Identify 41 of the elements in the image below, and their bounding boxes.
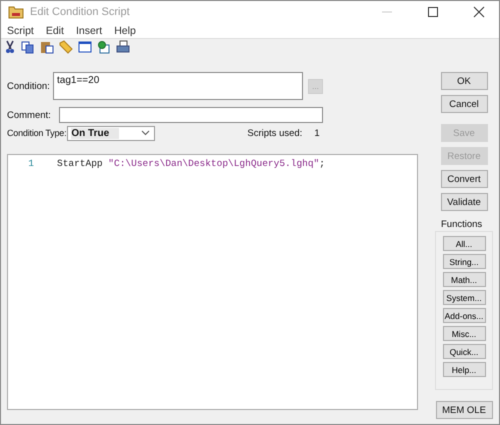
scripts-used-count: 1	[314, 128, 320, 138]
dialog-button[interactable]: Validate	[440, 193, 488, 211]
dialog-button[interactable]: OK	[440, 72, 488, 90]
code-line: StartApp "C:\Users\Dan\Desktop\LghQuery5.lghq";	[57, 158, 325, 169]
folder-icon	[8, 5, 24, 20]
scissors-icon[interactable]	[4, 40, 16, 54]
function-button[interactable]: All...	[442, 236, 486, 251]
close-icon[interactable]	[473, 6, 485, 18]
condition-label: Condition:	[7, 80, 51, 92]
function-button[interactable]: Quick...	[442, 344, 486, 359]
comment-label: Comment:	[7, 110, 52, 120]
comment-field[interactable]	[59, 107, 323, 123]
function-button[interactable]: Math...	[442, 272, 486, 287]
window-title: Edit Condition Script	[30, 6, 130, 18]
tag-icon[interactable]	[59, 40, 73, 54]
maximize-icon[interactable]	[427, 6, 439, 18]
copy-icon[interactable]	[21, 40, 35, 54]
condition-type-label: Condition Type:	[7, 128, 66, 138]
print-icon[interactable]	[116, 40, 130, 54]
functions-label: Functions	[441, 219, 482, 230]
new-item-icon[interactable]	[97, 40, 111, 54]
scripts-used-label: Scripts used:	[247, 128, 302, 138]
chevron-icon	[141, 130, 150, 136]
menu-item[interactable]: Insert	[76, 24, 102, 37]
dialog-button[interactable]: Cancel	[440, 95, 488, 113]
dialog-button[interactable]: Convert	[440, 170, 488, 188]
condition-field[interactable]: tag1==20	[53, 72, 303, 100]
function-button[interactable]: String...	[442, 254, 486, 269]
window-icon[interactable]	[78, 40, 92, 53]
menu-item[interactable]: Script	[7, 24, 34, 37]
function-button[interactable]: Add-ons...	[442, 308, 486, 323]
menu-item[interactable]: Help	[114, 24, 136, 37]
condition-type-dropdown[interactable]: On True	[67, 126, 156, 140]
line-number: 1	[27, 158, 34, 169]
script-editor[interactable]: 1 StartApp "C:\Users\Dan\Desktop\LghQuery5.lghq";	[7, 154, 418, 410]
menu-item[interactable]: Edit	[46, 24, 64, 37]
function-button[interactable]: System...	[442, 290, 486, 305]
mem-ole-button[interactable]: MEM OLE	[436, 401, 492, 419]
paste-icon[interactable]	[40, 40, 54, 54]
function-button[interactable]: Misc...	[442, 326, 486, 341]
function-button[interactable]: Help...	[442, 362, 486, 377]
